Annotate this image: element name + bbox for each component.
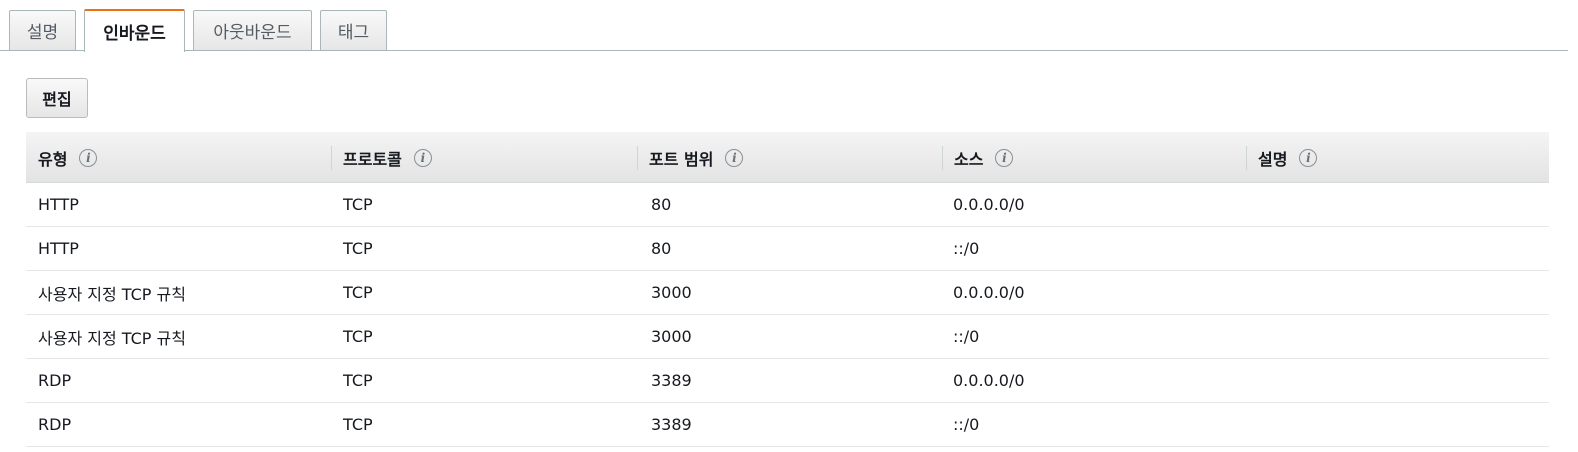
- cell-source: 0.0.0.0/0: [953, 371, 1025, 390]
- column-header-port-range: 포트 범위 i: [637, 132, 744, 183]
- info-icon[interactable]: i: [413, 148, 432, 167]
- cell-port-range: 80: [651, 195, 672, 214]
- column-header-label: 포트 범위: [649, 149, 714, 169]
- edit-button[interactable]: 편집: [26, 78, 88, 118]
- cell-protocol: TCP: [343, 195, 373, 214]
- cell-type: HTTP: [38, 239, 79, 258]
- info-icon[interactable]: i: [725, 148, 744, 167]
- column-header-source: 소스 i: [942, 132, 1014, 183]
- table-row: 사용자 지정 TCP 규칙 TCP 3000 ::/0: [26, 315, 1549, 359]
- table-header: 유형 i 프로토콜 i 포트 범위 i 소스 i 설명 i: [26, 132, 1549, 183]
- cell-source: 0.0.0.0/0: [953, 283, 1025, 302]
- tab-inbound[interactable]: 인바운드: [84, 9, 185, 52]
- column-header-label: 유형: [38, 149, 68, 169]
- table-row: 사용자 지정 TCP 규칙 TCP 3000 0.0.0.0/0: [26, 271, 1549, 315]
- cell-port-range: 3389: [651, 415, 692, 434]
- column-divider[interactable]: [331, 146, 332, 170]
- inbound-rules-table: 유형 i 프로토콜 i 포트 범위 i 소스 i 설명 i HTTP TCP 8…: [26, 132, 1549, 447]
- cell-protocol: TCP: [343, 327, 373, 346]
- cell-port-range: 80: [651, 239, 672, 258]
- cell-port-range: 3000: [651, 283, 692, 302]
- cell-type: 사용자 지정 TCP 규칙: [38, 284, 186, 304]
- tab-outbound[interactable]: 아웃바운드: [193, 10, 312, 50]
- column-header-label: 소스: [954, 149, 984, 169]
- cell-source: ::/0: [953, 415, 980, 434]
- column-divider[interactable]: [942, 146, 943, 170]
- tab-bar: 설명 인바운드 아웃바운드 태그: [0, 0, 1568, 52]
- cell-port-range: 3000: [651, 327, 692, 346]
- column-divider[interactable]: [1246, 146, 1247, 170]
- column-header-label: 설명: [1258, 149, 1288, 169]
- tab-tags[interactable]: 태그: [320, 10, 387, 50]
- cell-source: ::/0: [953, 239, 980, 258]
- column-header-description: 설명 i: [1246, 132, 1318, 183]
- cell-type: 사용자 지정 TCP 규칙: [38, 328, 186, 348]
- cell-protocol: TCP: [343, 239, 373, 258]
- cell-type: RDP: [38, 415, 72, 434]
- cell-source: ::/0: [953, 327, 980, 346]
- column-divider[interactable]: [637, 146, 638, 170]
- cell-protocol: TCP: [343, 283, 373, 302]
- cell-type: HTTP: [38, 195, 79, 214]
- cell-source: 0.0.0.0/0: [953, 195, 1025, 214]
- security-group-panel: 설명 인바운드 아웃바운드 태그 편집 유형 i 프로토콜 i 포트 범위 i …: [0, 0, 1578, 452]
- info-icon[interactable]: i: [995, 148, 1014, 167]
- tab-description[interactable]: 설명: [9, 10, 76, 50]
- column-header-protocol: 프로토콜 i: [331, 132, 432, 183]
- info-icon[interactable]: i: [79, 148, 98, 167]
- cell-port-range: 3389: [651, 371, 692, 390]
- info-icon[interactable]: i: [1299, 148, 1318, 167]
- table-row: RDP TCP 3389 ::/0: [26, 403, 1549, 447]
- table-row: HTTP TCP 80 0.0.0.0/0: [26, 183, 1549, 227]
- table-row: HTTP TCP 80 ::/0: [26, 227, 1549, 271]
- cell-type: RDP: [38, 371, 72, 390]
- column-header-label: 프로토콜: [343, 149, 402, 169]
- cell-protocol: TCP: [343, 371, 373, 390]
- column-header-type: 유형 i: [38, 132, 98, 183]
- cell-protocol: TCP: [343, 415, 373, 434]
- table-row: RDP TCP 3389 0.0.0.0/0: [26, 359, 1549, 403]
